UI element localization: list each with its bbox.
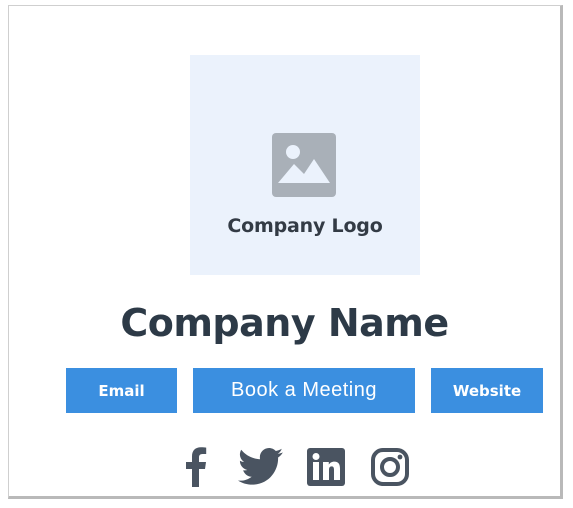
contact-card: Company Logo Company Name Email Book a M…: [8, 5, 563, 499]
twitter-icon: [238, 448, 284, 485]
linkedin-link[interactable]: [305, 446, 347, 488]
linkedin-icon: [307, 448, 345, 486]
company-name: Company Name: [120, 301, 449, 345]
facebook-icon: [186, 447, 207, 487]
book-meeting-button[interactable]: Book a Meeting: [193, 368, 415, 413]
twitter-link[interactable]: [236, 446, 286, 488]
facebook-link[interactable]: [181, 446, 211, 488]
email-button[interactable]: Email: [66, 368, 177, 413]
company-logo-placeholder: Company Logo: [190, 55, 420, 275]
website-button[interactable]: Website: [431, 368, 543, 413]
image-placeholder-icon: [272, 133, 336, 197]
company-logo-label: Company Logo: [227, 215, 383, 237]
instagram-link[interactable]: [368, 446, 412, 488]
instagram-icon: [371, 448, 409, 486]
